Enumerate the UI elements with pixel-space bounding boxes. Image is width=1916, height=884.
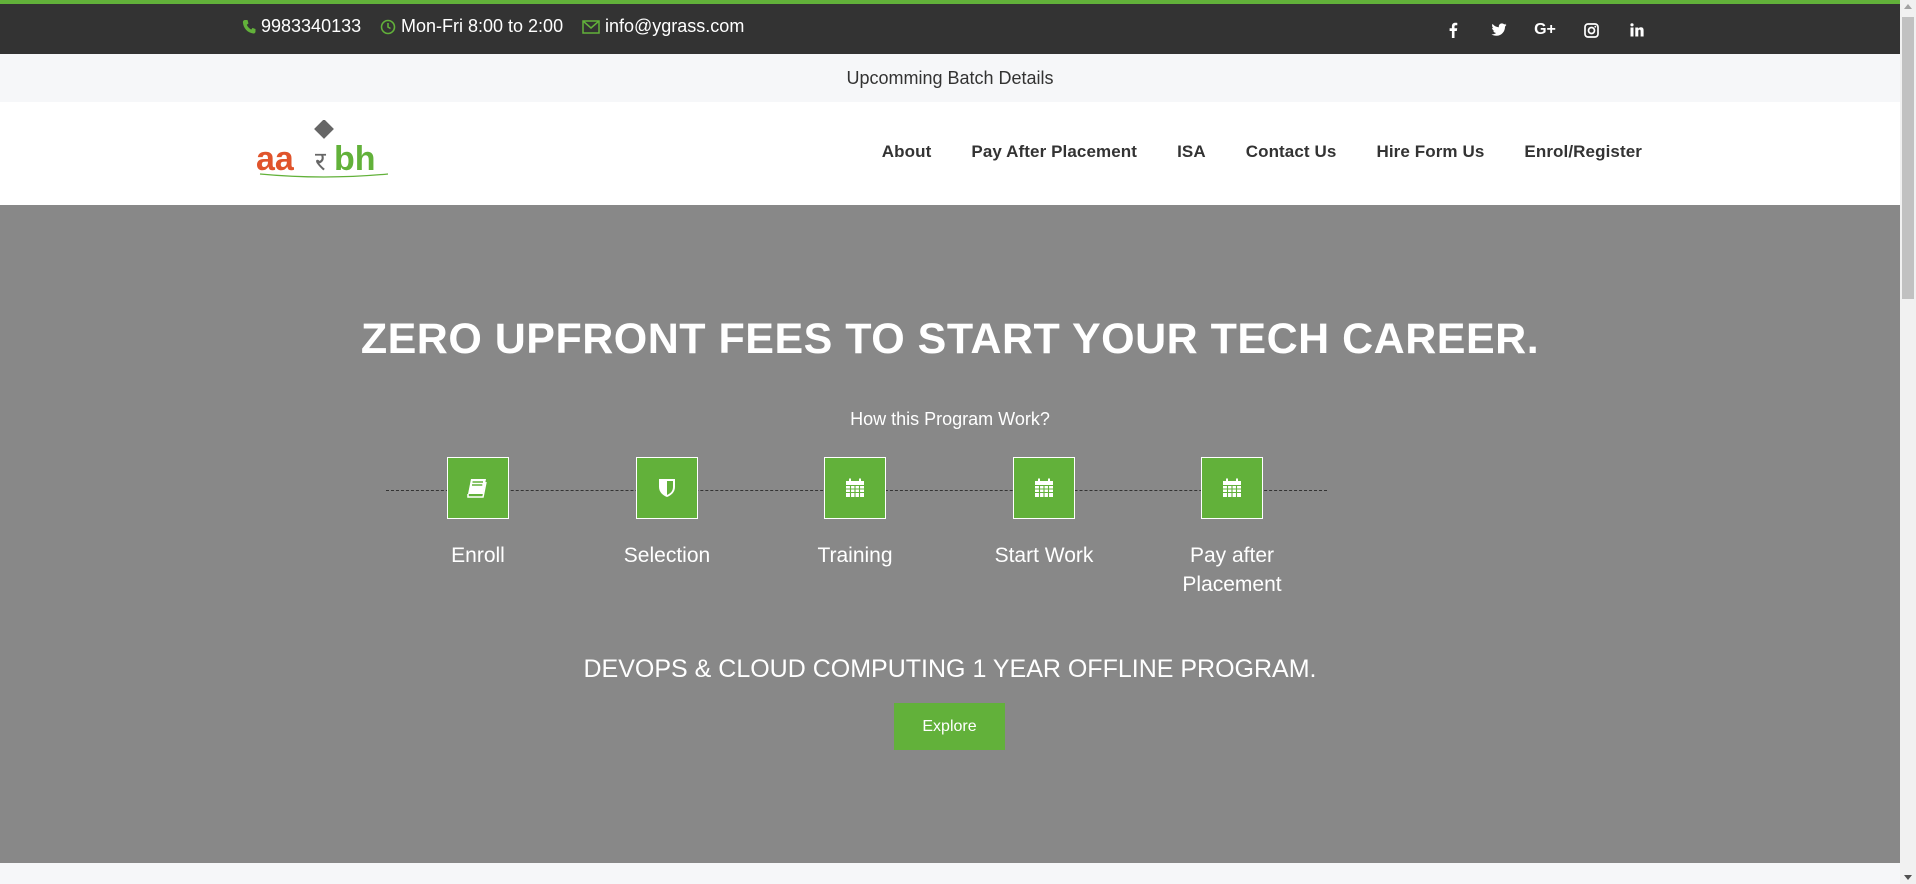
nav-pay-after-placement[interactable]: Pay After Placement — [971, 142, 1137, 162]
phone-contact[interactable]: 9983340133 — [242, 16, 361, 37]
linkedin-icon[interactable] — [1614, 19, 1660, 41]
google-plus-icon[interactable]: G+ — [1522, 19, 1568, 41]
hero-section: ZERO UPFRONT FEES TO START YOUR TECH CAR… — [0, 205, 1900, 863]
step-selection: Selection — [577, 457, 757, 570]
next-section-edge — [0, 863, 1900, 884]
scroll-up-arrow-icon[interactable] — [1904, 4, 1912, 9]
hours-contact: Mon-Fri 8:00 to 2:00 — [380, 16, 563, 37]
explore-button[interactable]: Explore — [894, 703, 1005, 750]
nav-about[interactable]: About — [882, 142, 932, 162]
logo-glyph: र — [315, 147, 327, 177]
site-header: aa र bh About Pay After Placement ISA Co… — [0, 102, 1900, 205]
hero-title: ZERO UPFRONT FEES TO START YOUR TECH CAR… — [360, 315, 1540, 363]
clock-icon — [380, 19, 396, 35]
step-label: Start Work — [994, 544, 1094, 567]
step-pay-after-placement: Pay after Placement — [1142, 457, 1322, 599]
program-title: DEVOPS & CLOUD COMPUTING 1 YEAR OFFLINE … — [583, 655, 1317, 683]
step-label: Pay after Placement — [1182, 544, 1282, 596]
batch-details-strip: Upcomming Batch Details — [0, 54, 1900, 102]
book-icon — [447, 457, 509, 519]
site-logo[interactable]: aa र bh — [256, 119, 392, 180]
step-label: Selection — [623, 544, 711, 567]
nav-isa[interactable]: ISA — [1177, 142, 1206, 162]
logo-text-right: bh — [334, 140, 376, 178]
calendar-icon — [824, 457, 886, 519]
calendar-icon — [1013, 457, 1075, 519]
step-training: Training — [765, 457, 945, 570]
logo-text-left: aa — [256, 140, 295, 178]
vertical-scrollbar[interactable] — [1900, 0, 1916, 884]
nav-hire-form-us[interactable]: Hire Form Us — [1376, 142, 1484, 162]
email-address: info@ygrass.com — [605, 16, 745, 36]
twitter-icon[interactable] — [1476, 19, 1522, 41]
phone-number: 9983340133 — [261, 16, 362, 36]
shield-icon — [636, 457, 698, 519]
facebook-icon[interactable] — [1430, 19, 1476, 41]
social-links: G+ — [1430, 19, 1660, 41]
step-label: Training — [817, 544, 893, 567]
office-hours: Mon-Fri 8:00 to 2:00 — [401, 16, 564, 36]
step-start-work: Start Work — [954, 457, 1134, 570]
calendar-icon — [1201, 457, 1263, 519]
scroll-down-arrow-icon[interactable] — [1904, 875, 1912, 880]
step-label: Enroll — [451, 544, 505, 567]
phone-icon — [242, 19, 256, 35]
email-contact[interactable]: info@ygrass.com — [582, 16, 744, 37]
main-nav: About Pay After Placement ISA Contact Us… — [842, 142, 1642, 162]
hero-subtitle: How this Program Work? — [850, 409, 1050, 429]
envelope-icon — [582, 19, 600, 34]
top-contact-bar: 9983340133 Mon-Fri 8:00 to 2:00 info@ygr… — [0, 0, 1900, 54]
instagram-icon[interactable] — [1568, 19, 1614, 41]
scrollbar-thumb[interactable] — [1902, 17, 1914, 299]
step-enroll: Enroll — [388, 457, 568, 570]
nav-contact-us[interactable]: Contact Us — [1246, 142, 1337, 162]
nav-enrol-register[interactable]: Enrol/Register — [1524, 142, 1642, 162]
upcoming-batch-link[interactable]: Upcomming Batch Details — [846, 68, 1053, 89]
